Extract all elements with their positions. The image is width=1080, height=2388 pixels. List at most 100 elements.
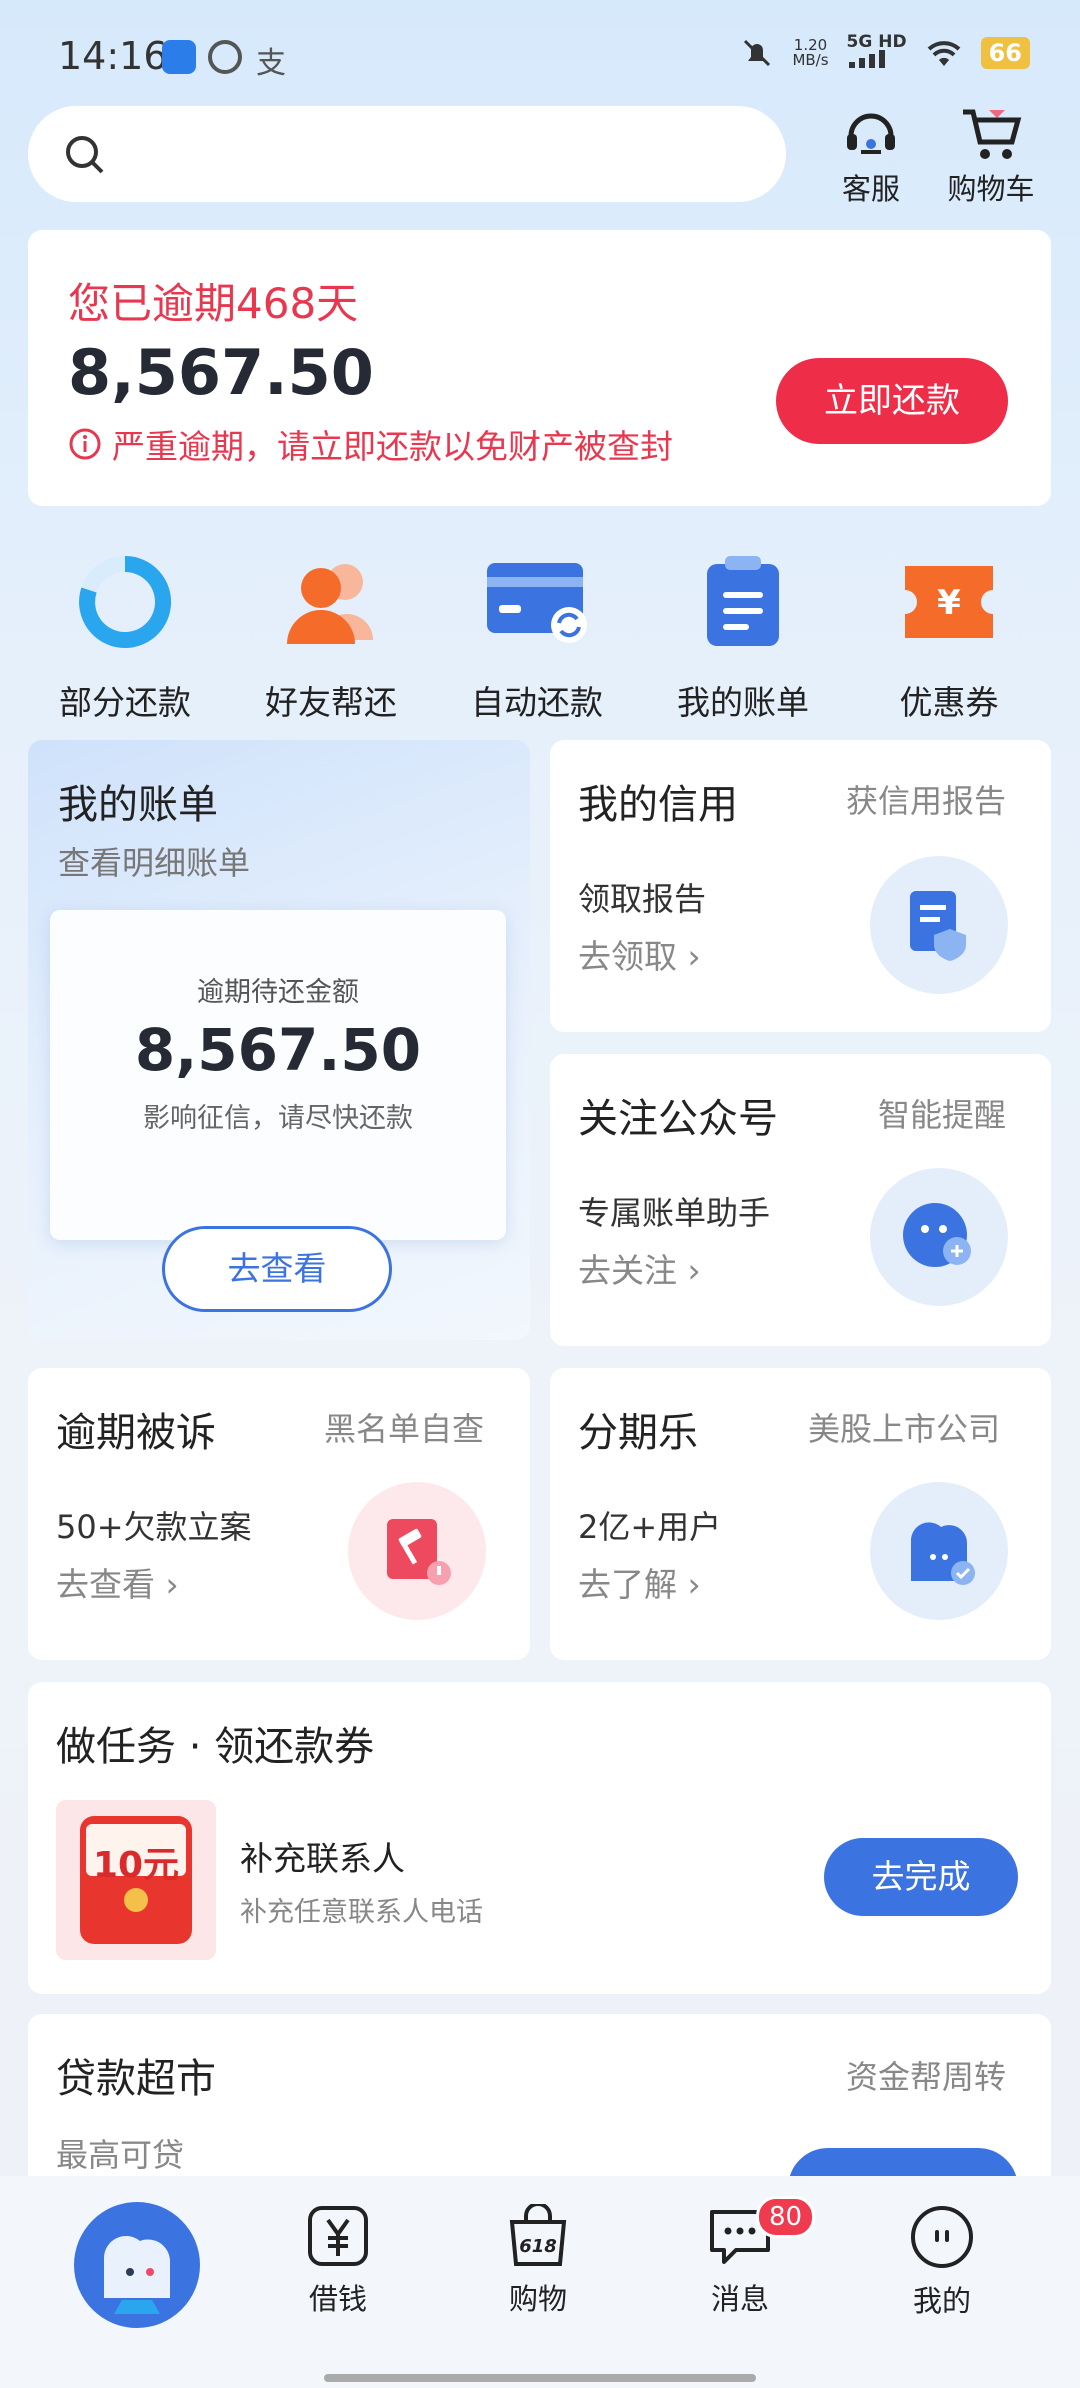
follow-text: 去关注 bbox=[578, 1251, 677, 1290]
status-time: 14:16 bbox=[58, 34, 168, 78]
status-bar: 14:16 支 1.20 MB/s 5G HD 66 bbox=[0, 0, 1080, 100]
info-icon bbox=[69, 428, 101, 460]
loan-market-right: 资金帮周转 bbox=[846, 2058, 1007, 2096]
my-credit-title: 我的信用 bbox=[578, 782, 738, 828]
my-bill-subtitle: 查看明细账单 bbox=[58, 844, 251, 882]
smart-reminder-label: 智能提醒 bbox=[878, 1096, 1007, 1134]
cart-label: 购物车 bbox=[947, 172, 1035, 206]
credit-report-icon-wrap bbox=[870, 856, 1008, 994]
overdue-summary-note: 影响征信，请尽快还款 bbox=[143, 1103, 413, 1134]
nav-home-mascot-button[interactable] bbox=[74, 2202, 200, 2328]
nav-borrow[interactable]: 借钱 bbox=[278, 2204, 398, 2318]
task-description: 补充任意联系人电话 bbox=[240, 1897, 483, 1928]
fenqile-title: 分期乐 bbox=[578, 1410, 698, 1456]
fenqile-line1: 2亿+用户 bbox=[578, 1508, 722, 1546]
coupon-value: 10元 bbox=[92, 1845, 180, 1886]
credit-report-icon bbox=[910, 891, 966, 961]
signal-icon: 5G HD bbox=[847, 34, 907, 72]
complete-task-button[interactable]: 去完成 bbox=[824, 1838, 1018, 1916]
nav-shop[interactable]: 618 购物 bbox=[478, 2204, 598, 2318]
quick-action-friends-help[interactable]: 好友帮还 bbox=[228, 548, 434, 724]
quick-action-my-bill[interactable]: 我的账单 bbox=[640, 548, 846, 724]
blacklist-check-label: 黑名单自查 bbox=[324, 1410, 485, 1448]
coupon-icon: ¥ bbox=[905, 566, 993, 638]
wechat-line1: 专属账单助手 bbox=[578, 1194, 771, 1232]
wifi-icon bbox=[927, 41, 960, 66]
net-speed: 1.20 MB/s bbox=[792, 36, 829, 69]
gavel-icon-wrap bbox=[348, 1482, 486, 1620]
cart-button[interactable]: 购物车 bbox=[936, 106, 1046, 208]
profile-face-icon bbox=[911, 2206, 973, 2268]
quick-action-label: 优惠券 bbox=[899, 683, 999, 722]
loan-market-title: 贷款超市 bbox=[56, 2056, 216, 2102]
fenqile-listed-label: 美股上市公司 bbox=[808, 1410, 1001, 1448]
bill-clipboard-icon bbox=[707, 556, 779, 646]
follow-link[interactable]: 去关注 › bbox=[578, 1244, 701, 1292]
task-name: 补充联系人 bbox=[240, 1839, 405, 1878]
quick-action-label: 部分还款 bbox=[59, 683, 191, 722]
auto-repay-card-icon bbox=[487, 563, 587, 643]
overdue-card: 您已逾期468天 8,567.50 严重逾期，请立即还款以免财产被查封 立即还款 bbox=[28, 230, 1051, 506]
wechat-icon-wrap bbox=[870, 1168, 1008, 1306]
overdue-summary-label: 逾期待还金额 bbox=[197, 977, 359, 1008]
alipay-icon: 支 bbox=[256, 46, 286, 81]
quick-action-partial-repay[interactable]: 部分还款 bbox=[22, 548, 228, 724]
overdue-title: 您已逾期468天 bbox=[68, 279, 359, 328]
nav-shop-label: 购物 bbox=[508, 2282, 567, 2316]
nav-messages-label: 消息 bbox=[710, 2282, 769, 2316]
borrow-yuan-icon bbox=[308, 2206, 368, 2266]
home-indicator[interactable] bbox=[324, 2374, 756, 2382]
quick-action-coupon[interactable]: ¥ 优惠券 bbox=[846, 548, 1052, 724]
customer-service-label: 客服 bbox=[841, 172, 900, 206]
nav-me[interactable]: 我的 bbox=[882, 2204, 1002, 2320]
fenqile-mascot-icon-wrap bbox=[870, 1482, 1008, 1620]
gavel-icon bbox=[387, 1519, 451, 1585]
shopping-bag-618-icon: 618 bbox=[509, 2204, 567, 2266]
message-count-badge: 80 bbox=[756, 2196, 816, 2238]
svg-text:¥: ¥ bbox=[937, 583, 961, 623]
mute-bell-icon bbox=[744, 39, 771, 67]
partial-repay-icon bbox=[79, 556, 172, 648]
friends-help-icon bbox=[287, 564, 373, 644]
mascot-icon bbox=[103, 2235, 170, 2314]
lawsuit-view-text: 去查看 bbox=[56, 1565, 155, 1604]
loan-market-line1: 最高可贷 bbox=[56, 2136, 185, 2174]
lawsuit-view-link[interactable]: 去查看 › bbox=[56, 1558, 179, 1606]
fenqile-learn-text: 去了解 bbox=[578, 1565, 677, 1604]
fenqile-learn-link[interactable]: 去了解 › bbox=[578, 1558, 701, 1606]
nav-me-label: 我的 bbox=[912, 2284, 971, 2318]
headset-icon bbox=[847, 113, 895, 154]
chevron-right-icon: › bbox=[687, 937, 701, 976]
overdue-warning: 严重逾期，请立即还款以免财产被查封 bbox=[68, 420, 673, 468]
search-icon bbox=[66, 136, 104, 174]
my-bill-title: 我的账单 bbox=[58, 782, 218, 828]
overdue-warning-text: 严重逾期，请立即还款以免财产被查封 bbox=[112, 427, 673, 466]
chevron-right-icon: › bbox=[687, 1251, 701, 1290]
quick-action-label: 好友帮还 bbox=[265, 683, 397, 722]
app-notification-icon bbox=[208, 40, 242, 74]
chevron-right-icon: › bbox=[165, 1565, 179, 1604]
claim-report-text: 去领取 bbox=[578, 937, 677, 976]
overdue-summary-amount: 8,567.50 bbox=[134, 1016, 422, 1084]
credit-line1: 领取报告 bbox=[578, 880, 707, 918]
customer-service-button[interactable]: 客服 bbox=[816, 106, 926, 208]
lawsuit-title: 逾期被诉 bbox=[56, 1410, 216, 1456]
credit-report-link[interactable]: 获信用报告 bbox=[846, 776, 1006, 822]
quick-action-label: 我的账单 bbox=[677, 683, 809, 722]
search-bar[interactable] bbox=[28, 106, 786, 202]
view-bill-button[interactable]: 去查看 bbox=[162, 1226, 392, 1312]
repay-now-button[interactable]: 立即还款 bbox=[776, 358, 1008, 444]
red-envelope-coupon: 10元 bbox=[56, 1800, 216, 1960]
claim-report-link[interactable]: 去领取 › bbox=[578, 930, 701, 978]
task-title: 做任务 · 领还款券 bbox=[56, 1724, 375, 1770]
wechat-follow-title: 关注公众号 bbox=[578, 1096, 778, 1142]
chevron-right-icon: › bbox=[687, 1565, 701, 1604]
status-right: 1.20 MB/s 5G HD 66 bbox=[740, 34, 1030, 72]
nav-borrow-label: 借钱 bbox=[308, 2282, 367, 2316]
quick-action-auto-repay[interactable]: 自动还款 bbox=[434, 548, 640, 724]
app-notification-icon bbox=[162, 40, 196, 74]
quick-action-label: 自动还款 bbox=[471, 683, 603, 722]
shopping-cart-icon bbox=[963, 109, 1022, 159]
lawsuit-line1: 50+欠款立案 bbox=[56, 1508, 252, 1546]
wechat-icon bbox=[903, 1203, 971, 1267]
